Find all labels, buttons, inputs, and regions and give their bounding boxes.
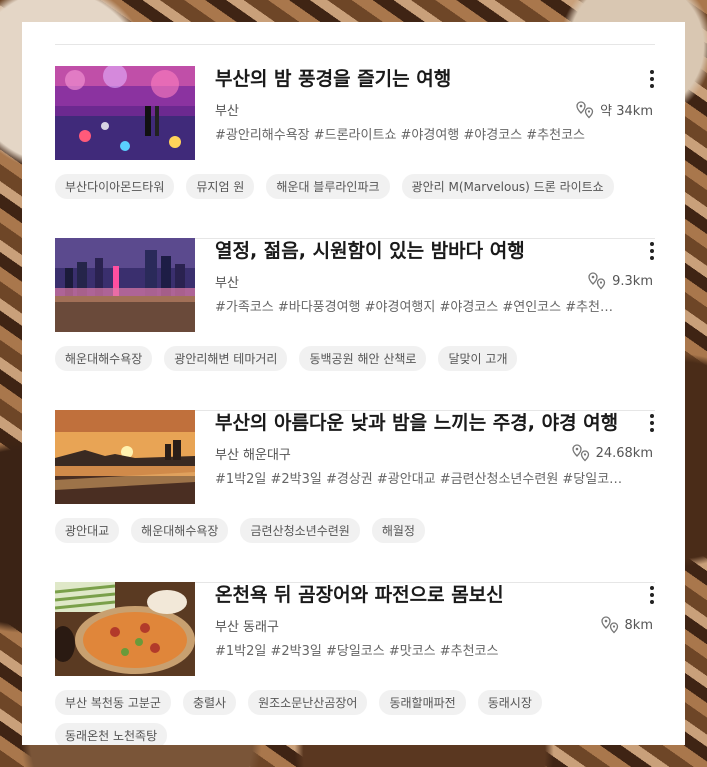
course-distance: 8km (600, 616, 653, 634)
spot-chip[interactable]: 동백공원 해안 산책로 (299, 346, 427, 371)
more-vertical-icon[interactable] (649, 242, 655, 262)
course-title[interactable]: 부산의 아름다운 낮과 밤을 느끼는 주경, 야경 여행 (215, 408, 625, 435)
course-title[interactable]: 열정, 젊음, 시원함이 있는 밤바다 여행 (215, 236, 625, 263)
spot-chip[interactable]: 뮤지엄 원 (186, 174, 255, 199)
spot-chip[interactable]: 달맞이 고개 (438, 346, 518, 371)
distance-value: 약 34km (600, 104, 653, 119)
distance-value: 9.3km (612, 273, 653, 289)
spot-chip[interactable]: 금련산청소년수련원 (240, 518, 360, 543)
course-distance: 약 34km (576, 100, 653, 119)
spot-chip[interactable]: 부산 복천동 고분군 (55, 690, 171, 715)
course-region: 부산 (215, 276, 239, 291)
spot-chip[interactable]: 해월정 (371, 518, 425, 543)
more-vertical-icon[interactable] (649, 586, 655, 606)
spot-chip[interactable]: 해운대해수욕장 (55, 346, 153, 371)
top-divider (55, 44, 655, 45)
course-hashtags: #1박2일 #2박3일 #당일코스 #맛코스 #추천코스 (215, 644, 499, 659)
course-hashtags: #광안리해수욕장 #드론라이트쇼 #야경여행 #야경코스 #추천코스 (215, 128, 585, 143)
distance-value: 8km (624, 617, 653, 633)
course-region: 부산 동래구 (215, 620, 279, 635)
more-vertical-icon[interactable] (649, 70, 655, 90)
spot-chip[interactable]: 원조소문난산곰장어 (248, 690, 368, 715)
spot-chip-list: 부산다이아몬드타워 뮤지엄 원 해운대 블루라인파크 광안리 M(Marvelo… (55, 174, 665, 199)
spot-chip[interactable]: 동래할매파전 (379, 690, 466, 715)
map-pin-distance-icon (576, 100, 594, 118)
spot-chip[interactable]: 광안리 M(Marvelous) 드론 라이트쇼 (401, 174, 614, 199)
map-pin-distance-icon (588, 272, 606, 290)
course-hashtags: #가족코스 #바다풍경여행 #야경여행지 #야경코스 #연인코스 #추천… (215, 300, 614, 315)
course-thumbnail-night-lights[interactable] (55, 66, 195, 160)
spot-chip[interactable]: 광안리해변 테마거리 (164, 346, 288, 371)
course-region: 부산 해운대구 (215, 448, 291, 463)
course-thumbnail-sunset-coast[interactable] (55, 410, 195, 504)
distance-value: 24.68km (595, 445, 653, 461)
map-pin-distance-icon (571, 444, 589, 462)
spot-chip-list: 해운대해수욕장 광안리해변 테마거리 동백공원 해안 산책로 달맞이 고개 (55, 346, 665, 371)
spot-chip[interactable]: 동래온천 노천족탕 (55, 723, 168, 745)
spot-chip[interactable]: 해운대 블루라인파크 (266, 174, 390, 199)
spot-chip-list: 광안대교 해운대해수욕장 금련산청소년수련원 해월정 (55, 518, 665, 543)
course-hashtags: #1박2일 #2박3일 #경상권 #광안대교 #금련산청소년수련원 #당일코… (215, 472, 623, 487)
course-distance: 9.3km (588, 272, 653, 290)
course-title[interactable]: 온천욕 뒤 곰장어와 파전으로 몸보신 (215, 580, 625, 607)
course-distance: 24.68km (571, 444, 653, 462)
spot-chip[interactable]: 동래시장 (477, 690, 542, 715)
course-list-panel: 부산의 밤 풍경을 즐기는 여행 부산 약 34km #광안리해수욕장 #드론라… (22, 22, 685, 745)
spot-chip-list: 부산 복천동 고분군 충렬사 원조소문난산곰장어 동래할매파전 동래시장 동래온… (55, 690, 665, 745)
spot-chip[interactable]: 해운대해수욕장 (131, 518, 229, 543)
course-title[interactable]: 부산의 밤 풍경을 즐기는 여행 (215, 64, 625, 91)
spot-chip[interactable]: 충렬사 (182, 690, 237, 715)
course-thumbnail-pajeon[interactable] (55, 582, 195, 676)
spot-chip[interactable]: 광안대교 (55, 518, 120, 543)
course-region: 부산 (215, 104, 239, 119)
course-thumbnail-beach-night[interactable] (55, 238, 195, 332)
spot-chip[interactable]: 부산다이아몬드타워 (55, 174, 175, 199)
map-pin-distance-icon (600, 616, 618, 634)
more-vertical-icon[interactable] (649, 414, 655, 434)
